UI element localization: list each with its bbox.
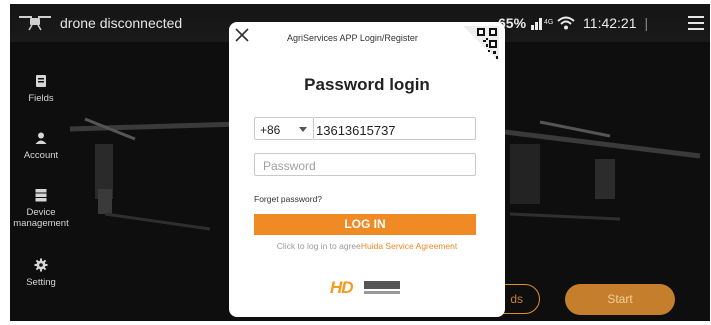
drone-icon xyxy=(19,16,51,31)
phone-row: +86 xyxy=(254,117,476,140)
logo-mark: HD xyxy=(330,278,354,297)
clock: 11:42:21 xyxy=(583,15,637,31)
sidebar-item-setting[interactable]: Setting xyxy=(10,258,72,288)
system-status-group: 65% 4G 11:42:21 | xyxy=(498,15,656,31)
sidebar-item-account[interactable]: Account xyxy=(10,131,72,161)
logo-wordmark xyxy=(364,281,400,289)
account-icon xyxy=(35,132,47,144)
sidebar-item-label: Fields xyxy=(28,93,54,104)
wifi-icon xyxy=(557,16,575,30)
phone-input[interactable] xyxy=(314,117,476,140)
sidebar-item-label: Account xyxy=(23,150,59,161)
sidebar-item-device-management[interactable]: Device management xyxy=(10,188,72,229)
start-button[interactable]: Start xyxy=(565,284,675,315)
agreement-prefix: Click to log in to agree xyxy=(276,241,361,251)
login-button[interactable]: LOG IN xyxy=(254,214,476,235)
drone-status-text: drone disconnected xyxy=(60,15,183,31)
menu-icon[interactable] xyxy=(688,16,704,30)
agreement-text: Click to log in to agreeHuida Service Ag… xyxy=(229,241,505,251)
cellular-signal-icon: 4G xyxy=(531,16,555,30)
country-code-value: +86 xyxy=(260,123,281,137)
country-code-select[interactable]: +86 xyxy=(254,117,314,140)
password-input[interactable] xyxy=(254,153,476,176)
forget-password-link[interactable]: Forget password? xyxy=(254,194,322,204)
modal-title: Password login xyxy=(304,75,430,94)
chevron-down-icon xyxy=(299,127,307,132)
modal-header: AgriServices APP Login/Register xyxy=(287,33,418,43)
sidebar-item-fields[interactable]: Fields xyxy=(10,74,72,104)
device-icon xyxy=(35,189,47,202)
service-agreement-link[interactable]: Huida Service Agreement xyxy=(361,241,457,251)
sidebar-item-label: Device management xyxy=(13,207,69,229)
login-modal: AgriServices APP Login/Register Password… xyxy=(229,22,505,317)
huida-logo: HD xyxy=(330,278,404,298)
close-icon[interactable] xyxy=(235,28,249,42)
qr-code-icon[interactable] xyxy=(463,26,499,62)
logo-tagline xyxy=(364,291,400,294)
status-separator: | xyxy=(644,15,649,31)
gear-icon xyxy=(34,258,48,272)
sidebar-item-label: Setting xyxy=(26,277,56,288)
fields-icon xyxy=(36,75,46,87)
network-type-label: 4G xyxy=(544,19,554,26)
